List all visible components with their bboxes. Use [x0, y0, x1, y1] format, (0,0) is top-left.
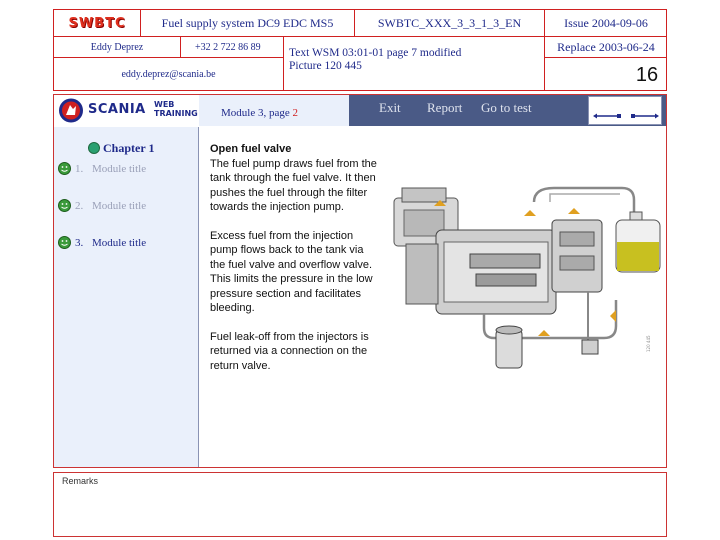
figure-code: 120 445	[646, 335, 651, 352]
author-name: Eddy Deprez	[90, 41, 144, 53]
author-phone: +32 2 722 86 89	[195, 41, 261, 53]
module-item[interactable]: 1. Module title	[58, 162, 198, 178]
author-email[interactable]: eddy.deprez@scania.be	[54, 58, 283, 91]
content-title: Open fuel valve	[210, 143, 292, 155]
issue-date: Issue 2004-09-06	[564, 15, 648, 30]
content-paragraph: The fuel pump draws fuel from the tank t…	[210, 157, 377, 214]
fuel-system-diagram: 120 445	[384, 180, 662, 372]
scania-griffin-icon	[58, 97, 84, 124]
module-number: 2.	[75, 200, 84, 212]
header-divider	[283, 36, 284, 91]
course-title: Fuel supply system DC9 EDC MS5	[161, 15, 334, 30]
go-to-test-link[interactable]: Go to test	[481, 100, 532, 116]
chapter-title[interactable]: Chapter 1	[103, 141, 154, 156]
smiley-icon	[58, 162, 71, 175]
swbtc-logo: SWBTC	[68, 15, 126, 31]
module-prefix: Module 3, page	[221, 107, 293, 119]
content-paragraph: Fuel leak-off from the injectors is retu…	[210, 330, 369, 372]
module-page: 2	[292, 107, 298, 119]
module-number: 3.	[75, 237, 84, 249]
chapter-dot-icon	[88, 142, 100, 154]
picture-reference: Picture 120 445	[289, 60, 362, 72]
sidebar	[54, 127, 199, 467]
page-navigation	[588, 96, 662, 125]
replace-date: Replace 2003-06-24	[557, 39, 655, 54]
module-title: Module title	[92, 163, 147, 175]
content-text: Open fuel valve The fuel pump draws fuel…	[210, 142, 380, 373]
module-item[interactable]: 3. Module title	[58, 236, 198, 252]
text-reference: Text WSM 03:01-01 page 7 modified	[289, 47, 462, 59]
scania-brand: SCANIA	[88, 102, 146, 117]
header-divider	[544, 57, 667, 58]
smiley-icon	[58, 236, 71, 249]
exit-link[interactable]: Exit	[379, 100, 401, 116]
content-paragraph: Excess fuel from the injection pump flow…	[210, 229, 373, 315]
report-link[interactable]: Report	[427, 100, 462, 116]
next-arrow-icon[interactable]	[629, 107, 659, 119]
module-title: Module title	[92, 237, 147, 249]
document-id: SWBTC_XXX_3_3_1_3_EN	[377, 15, 522, 30]
web-label: WEB	[154, 100, 175, 109]
smiley-icon	[58, 199, 71, 212]
page-number: 16	[635, 64, 659, 86]
module-indicator: Module 3, page 2	[221, 107, 298, 119]
module-title: Module title	[92, 200, 147, 212]
module-item[interactable]: 2. Module title	[58, 199, 198, 215]
remarks-label: Remarks	[62, 476, 99, 486]
previous-arrow-icon[interactable]	[593, 107, 623, 119]
training-label: TRAINING	[154, 109, 198, 118]
remarks-box[interactable]: Remarks	[53, 472, 667, 537]
module-number: 1.	[75, 163, 84, 175]
